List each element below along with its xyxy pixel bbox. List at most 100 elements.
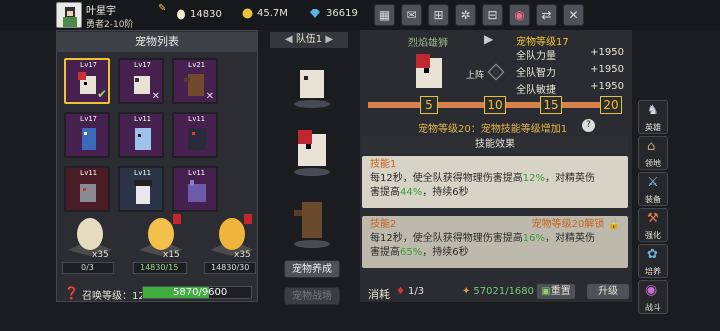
stat-agility: 全队敏捷 +1950 xyxy=(516,81,624,96)
egg-count: 14830 xyxy=(190,8,222,20)
store-icon: ▦ xyxy=(378,8,391,22)
help-icon[interactable]: ❓ xyxy=(64,286,79,300)
pet-sprite-icon xyxy=(80,184,96,202)
milestone-15: 15 xyxy=(540,96,562,114)
pet-train-button[interactable]: 宠物养成 xyxy=(284,260,340,278)
swords-icon: ✕ xyxy=(151,91,160,102)
pet-slot[interactable]: Lv11 xyxy=(118,166,164,212)
pet-play-icon[interactable]: ▶ xyxy=(484,32,493,46)
gamepad-icon: ⊞ xyxy=(433,8,444,22)
pet-slot[interactable]: Lv17 xyxy=(64,112,110,158)
nav-cultivate[interactable]: ✿ 培养 xyxy=(638,244,668,278)
skill-1-card: 技能1 每12秒，使全队获得物理伤害提高12%，对精英伤 害提高44%，持续6秒 xyxy=(362,156,628,208)
equipment-icon: ⚔ xyxy=(647,175,659,190)
mail-button[interactable]: ✉ xyxy=(401,4,422,26)
gift-icon: ⊟ xyxy=(487,8,498,22)
settings-button[interactable]: ✲ xyxy=(455,4,476,26)
cost-item-2: ✦ 57021/1680 xyxy=(462,286,535,297)
battle-icon: ◉ xyxy=(645,282,658,298)
gem-icon xyxy=(310,9,320,18)
pet-portrait xyxy=(404,46,456,96)
pet-sprite-icon xyxy=(188,128,206,150)
pet-battlefield-button[interactable]: 宠物战场 xyxy=(284,287,340,305)
wheel-button[interactable]: ◉ xyxy=(509,4,530,26)
summon-egg-gold[interactable]: x15 xyxy=(133,212,189,268)
gold-resource: 45.7M xyxy=(242,8,288,19)
swords-icon: ✕ xyxy=(205,91,214,102)
info-icon[interactable]: ? xyxy=(582,119,595,132)
gift-button[interactable]: ⊟ xyxy=(482,4,503,26)
egg-progress: 14830/30 xyxy=(204,262,256,274)
pet-slot[interactable]: Lv11 xyxy=(172,166,218,212)
deploy-label: 上阵 xyxy=(466,71,485,81)
gem-resource: 36619 xyxy=(308,8,358,19)
pet-list-title: 宠物列表 xyxy=(56,32,258,52)
next-team-icon: ▶ xyxy=(325,34,334,45)
pet-slot[interactable]: Lv11 xyxy=(64,166,110,212)
enhance-icon: ⚒ xyxy=(647,211,659,226)
nav-hero[interactable]: ♞ 英雄 xyxy=(638,100,668,134)
nav-battle[interactable]: ◉ 战斗 xyxy=(638,280,668,314)
pet-slot[interactable]: Lv11 xyxy=(118,112,164,158)
close-button[interactable]: ✕ xyxy=(563,4,584,26)
close-icon: ✕ xyxy=(568,8,579,22)
skill-effect-header: 技能效果 xyxy=(362,136,628,154)
reset-icon: ▣ xyxy=(541,286,551,297)
summon-egg-rare[interactable]: x35 xyxy=(204,212,260,268)
pet-token-icon: ♦ xyxy=(396,286,405,297)
pet-slot[interactable]: Lv11 xyxy=(172,112,218,158)
recharge-button[interactable]: ⇄ xyxy=(536,4,557,26)
summon-egg-common[interactable]: x35 xyxy=(62,212,118,268)
nav-equipment[interactable]: ⚔ 装备 xyxy=(638,172,668,206)
pet-slot[interactable]: Lv17 ✔ xyxy=(64,58,110,104)
pet-sprite-icon xyxy=(135,128,151,150)
cultivate-icon: ✿ xyxy=(647,247,658,262)
pet-slot[interactable]: Lv21 ✕ xyxy=(172,58,218,104)
skill-2-name: 技能2 xyxy=(370,219,397,230)
territory-icon: ⌂ xyxy=(647,139,656,154)
settings-icon: ✲ xyxy=(460,8,471,22)
gamepad-button[interactable]: ⊞ xyxy=(428,4,449,26)
milestone-10: 10 xyxy=(484,96,506,114)
egg-progress: 14830/15 xyxy=(133,262,187,274)
store-button[interactable]: ▦ xyxy=(374,4,395,26)
upgrade-button[interactable]: 升级 xyxy=(586,283,630,300)
cost-item-1: ♦ 1/3 xyxy=(396,286,425,297)
player-avatar[interactable] xyxy=(56,2,82,28)
gold-count: 45.7M xyxy=(257,8,288,19)
nav-territory[interactable]: ⌂ 领地 xyxy=(638,136,668,170)
summon-progress-bar: 5870/9600 xyxy=(142,286,252,299)
skill-2-unlock: 宠物等级20解锁 🔒 xyxy=(531,219,620,230)
team-pet-slot[interactable] xyxy=(284,118,340,180)
pet-sprite-icon xyxy=(188,180,206,202)
pet-sprite-icon xyxy=(294,202,330,248)
skill-1-desc: 每12秒，使全队获得物理伤害提高12%，对精英伤 xyxy=(370,173,595,184)
bone-icon: ✦ xyxy=(462,286,471,297)
pet-grid: Lv17 ✔ Lv17 ✕ Lv21 ✕ Lv17 Lv11 Lv11 Lv11… xyxy=(60,56,256,220)
hero-icon: ♞ xyxy=(647,103,659,118)
player-name: 叶星宇 xyxy=(86,6,116,17)
nav-enhance[interactable]: ⚒ 强化 xyxy=(638,208,668,242)
pet-sprite-icon xyxy=(416,54,442,88)
pet-level: 宠物等级17 xyxy=(516,37,569,48)
egg-icon xyxy=(139,214,183,256)
egg-icon xyxy=(68,218,112,256)
team-label: 队伍1 xyxy=(295,34,323,45)
team-selector[interactable]: ◀ 队伍1 ▶ xyxy=(270,32,348,48)
egg-icon xyxy=(210,214,254,256)
summon-level-label: 召唤等级：12 xyxy=(82,291,145,302)
pet-slot[interactable]: Lv17 ✕ xyxy=(118,58,164,104)
gem-count: 36619 xyxy=(326,8,358,19)
milestone-5: 5 xyxy=(420,96,438,114)
team-pet-slot[interactable] xyxy=(284,52,340,112)
team-pet-slot[interactable] xyxy=(284,192,340,252)
stat-intelligence: 全队智力 +1950 xyxy=(516,64,624,79)
skill-1-name: 技能1 xyxy=(370,159,397,170)
recharge-icon: ⇄ xyxy=(541,8,552,22)
deployed-check-icon: ✔ xyxy=(96,87,107,101)
egg-resource: 14830 xyxy=(176,8,222,20)
cost-label: 消耗 xyxy=(368,288,390,301)
edit-name-icon[interactable]: ✎ xyxy=(158,3,166,14)
skill-2-desc: 每12秒，使全队获得物理伤害提高16%，对精英伤 xyxy=(370,233,595,244)
reset-button[interactable]: ▣重置 xyxy=(536,283,576,300)
